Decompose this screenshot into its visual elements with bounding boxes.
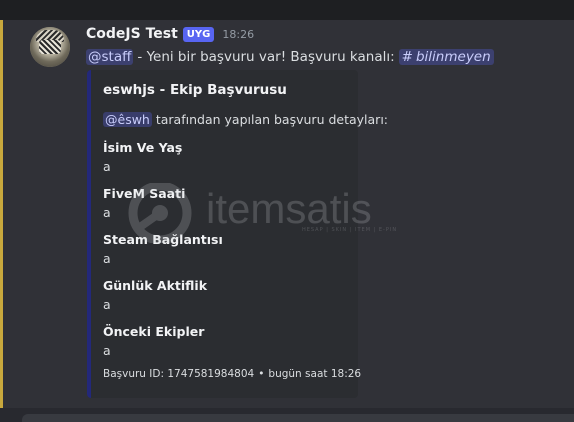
- embed-field-name: FiveM Saati: [103, 186, 186, 201]
- embed-field-value: a: [103, 297, 111, 312]
- avatar[interactable]: [30, 27, 70, 67]
- embed-field: İsim Ve Yaş a: [103, 140, 182, 174]
- app-tag-badge: UYG: [182, 26, 215, 42]
- channel-mention[interactable]: # bilinmeyen: [398, 49, 494, 65]
- embed-field: FiveM Saati a: [103, 186, 185, 220]
- embed-footer-id: Başvuru ID: 1747581984804: [103, 368, 255, 380]
- channel-hash-icon: #: [401, 49, 413, 65]
- embed-field-name: Günlük Aktiflik: [103, 278, 208, 293]
- embed-footer-time: bugün saat 18:26: [268, 368, 362, 380]
- embed-field-value: a: [103, 343, 111, 358]
- embed-card: eswhjs - Ekip Başvurusu @êswh tarafından…: [87, 70, 388, 398]
- embed-field: Günlük Aktiflik a: [103, 278, 207, 312]
- embed-field-value: a: [103, 205, 111, 220]
- message-content: @staff - Yeni bir başvuru var! Başvuru k…: [86, 47, 494, 67]
- message-timestamp[interactable]: 18:26: [222, 28, 254, 41]
- message-header: CodeJS Test UYG 18:26: [86, 24, 254, 44]
- embed-title: eswhjs - Ekip Başvurusu: [103, 82, 287, 98]
- role-mention[interactable]: @staff: [86, 49, 134, 65]
- embed-field-name: İsim Ve Yaş: [103, 140, 183, 155]
- channel-name: bilinmeyen: [415, 49, 491, 65]
- mention-highlight-stripe: [0, 20, 3, 408]
- embed-description: @êswh tarafından yapılan başvuru detayla…: [103, 112, 388, 127]
- footer-separator: •: [258, 368, 265, 380]
- embed-field: Steam Bağlantısı a: [103, 232, 223, 266]
- message-text: - Yeni bir başvuru var! Başvuru kanalı:: [137, 49, 395, 65]
- embed-field-value: a: [103, 251, 111, 266]
- embed-field-value: a: [103, 159, 111, 174]
- embed-footer: Başvuru ID: 1747581984804 • bugün saat 18:…: [103, 368, 361, 380]
- chat-message[interactable]: CodeJS Test UYG 18:26 @staff - Yeni bir …: [0, 20, 574, 408]
- username[interactable]: CodeJS Test: [86, 26, 178, 42]
- top-bar: [0, 0, 574, 20]
- embed-field: Önceki Ekipler a: [103, 324, 204, 358]
- message-input-edge[interactable]: [22, 414, 574, 422]
- embed-field-name: Steam Bağlantısı: [103, 232, 223, 247]
- embed-description-text: tarafından yapılan başvuru detayları:: [155, 112, 389, 127]
- user-mention[interactable]: @êswh: [103, 112, 152, 127]
- embed-field-name: Önceki Ekipler: [103, 324, 205, 339]
